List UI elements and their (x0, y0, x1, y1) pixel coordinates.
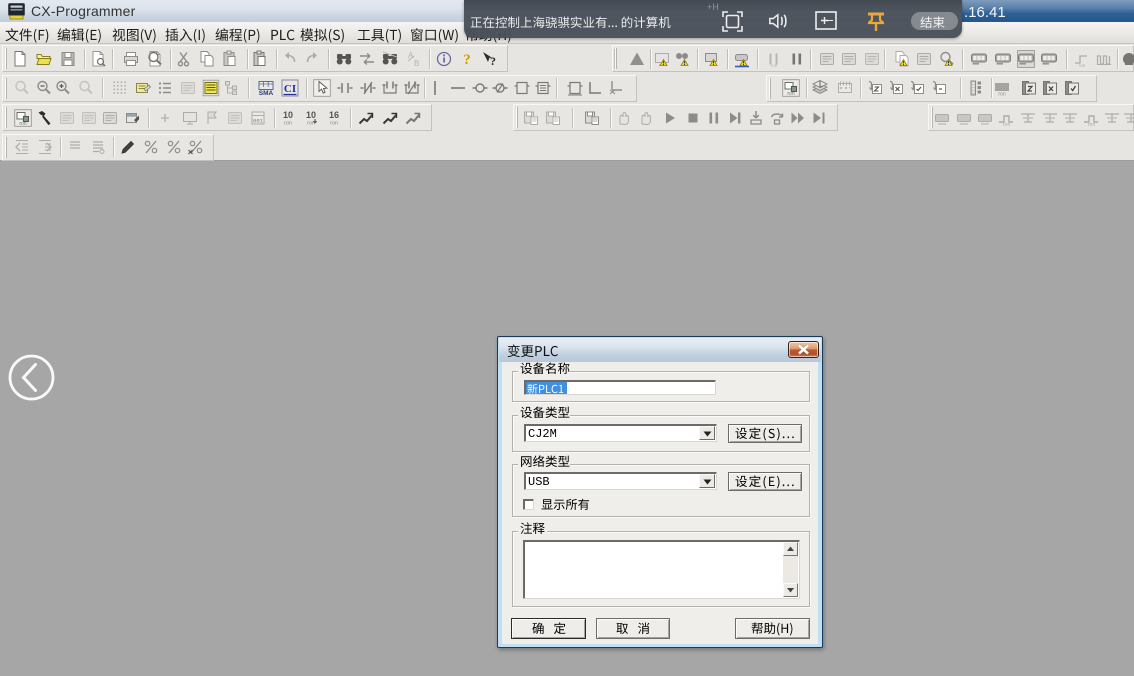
svg-text:ron: ron (1003, 122, 1010, 127)
svg-text:001: 001 (253, 117, 264, 124)
svg-text:ron: ron (1088, 122, 1095, 127)
svg-text:ron: ron (1079, 63, 1086, 68)
svg-text:16: 16 (329, 110, 339, 120)
svg-text:ron: ron (998, 92, 1005, 98)
svg-text:ron: ron (19, 120, 26, 126)
svg-text:?: ? (463, 52, 471, 68)
svg-text:10: 10 (306, 110, 316, 120)
svg-text:10: 10 (283, 110, 293, 120)
svg-text:ron: ron (330, 120, 338, 126)
svg-text:SMA: SMA (259, 90, 274, 97)
svg-text:ron: ron (284, 120, 292, 126)
svg-text:B: B (414, 59, 419, 68)
svg-text:CI: CI (284, 83, 296, 95)
svg-text:ron: ron (787, 91, 794, 97)
svg-text:?: ? (490, 54, 496, 68)
svg-text:ron: ron (771, 63, 778, 68)
